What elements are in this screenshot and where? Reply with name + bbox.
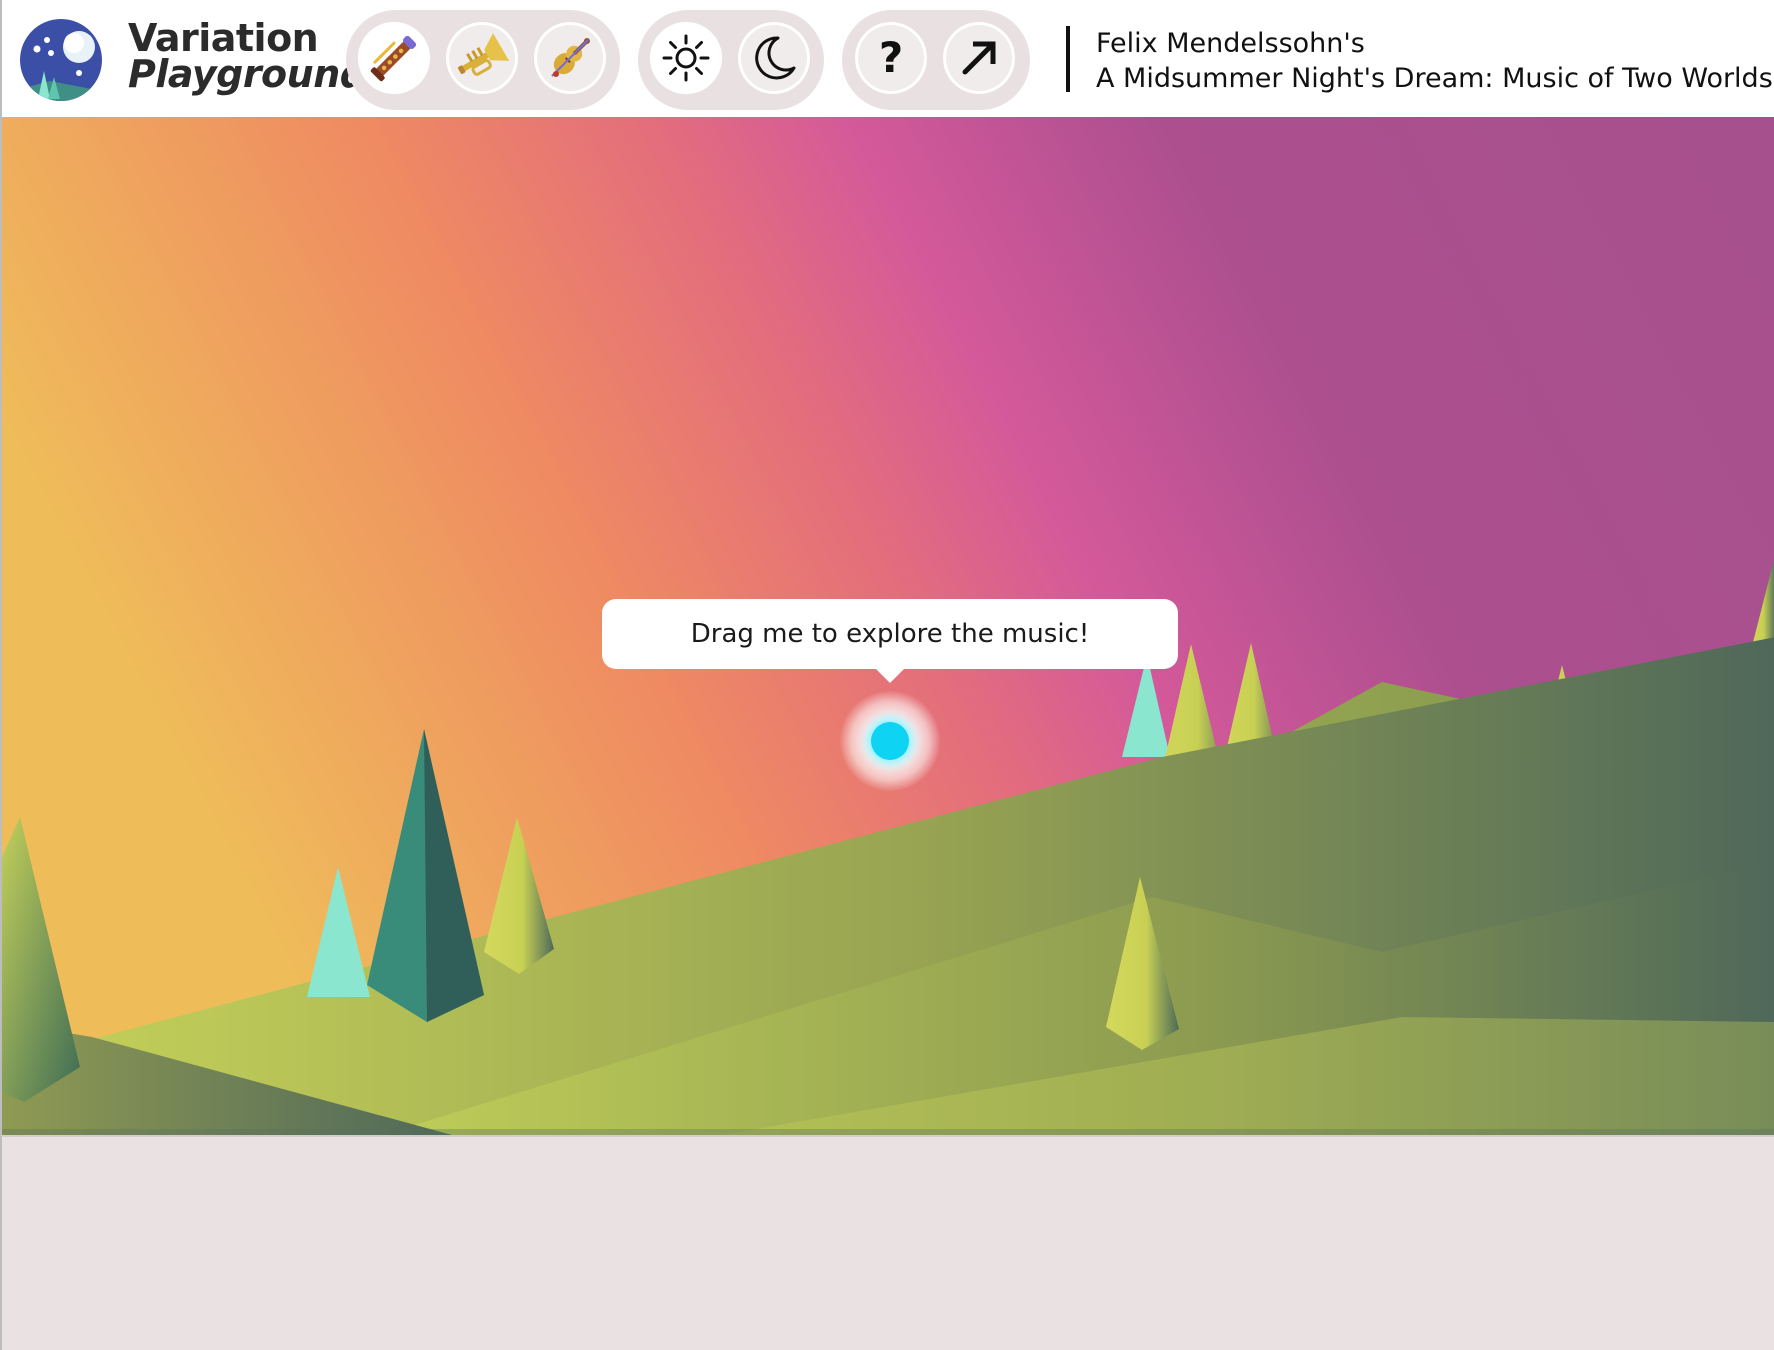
drag-handle[interactable] xyxy=(871,722,909,760)
violin-button[interactable] xyxy=(531,19,609,97)
clarinet-icon xyxy=(370,35,417,82)
header-divider xyxy=(1066,26,1070,92)
moon-icon xyxy=(755,36,796,80)
drag-hint-tooltip: Drag me to explore the music! xyxy=(602,599,1178,683)
sun-icon xyxy=(662,34,710,82)
trumpet-button[interactable] xyxy=(443,19,521,97)
arrow-up-right-icon xyxy=(962,41,996,75)
app-logo xyxy=(20,19,102,101)
bottom-panel xyxy=(0,1135,1774,1350)
info-group: ? xyxy=(842,10,1030,110)
violin-icon xyxy=(551,38,590,77)
app-title-line2: Playground xyxy=(128,52,367,96)
help-icon: ? xyxy=(878,33,904,82)
app-title-line1: Variation xyxy=(128,16,319,60)
mode-toggle-group xyxy=(638,10,824,110)
share-button[interactable] xyxy=(940,19,1018,97)
app-title: Variation Playground xyxy=(128,16,367,96)
composer-name: Felix Mendelssohn's xyxy=(1096,28,1365,59)
help-button[interactable]: ? xyxy=(852,19,930,97)
landscape-stage[interactable]: Drag me to explore the music! xyxy=(0,117,1774,1135)
app-header: Variation Playground ? Felix Mendelssohn… xyxy=(0,0,1774,117)
clarinet-button[interactable] xyxy=(355,19,433,97)
piece-title: Felix Mendelssohn's A Midsummer Night's … xyxy=(1096,26,1773,96)
piece-name: A Midsummer Night's Dream: Music of Two … xyxy=(1096,63,1773,94)
day-mode-button[interactable] xyxy=(647,19,725,97)
instrument-toggle-group xyxy=(346,10,620,110)
night-mode-button[interactable] xyxy=(735,19,813,97)
trumpet-icon xyxy=(457,33,510,76)
